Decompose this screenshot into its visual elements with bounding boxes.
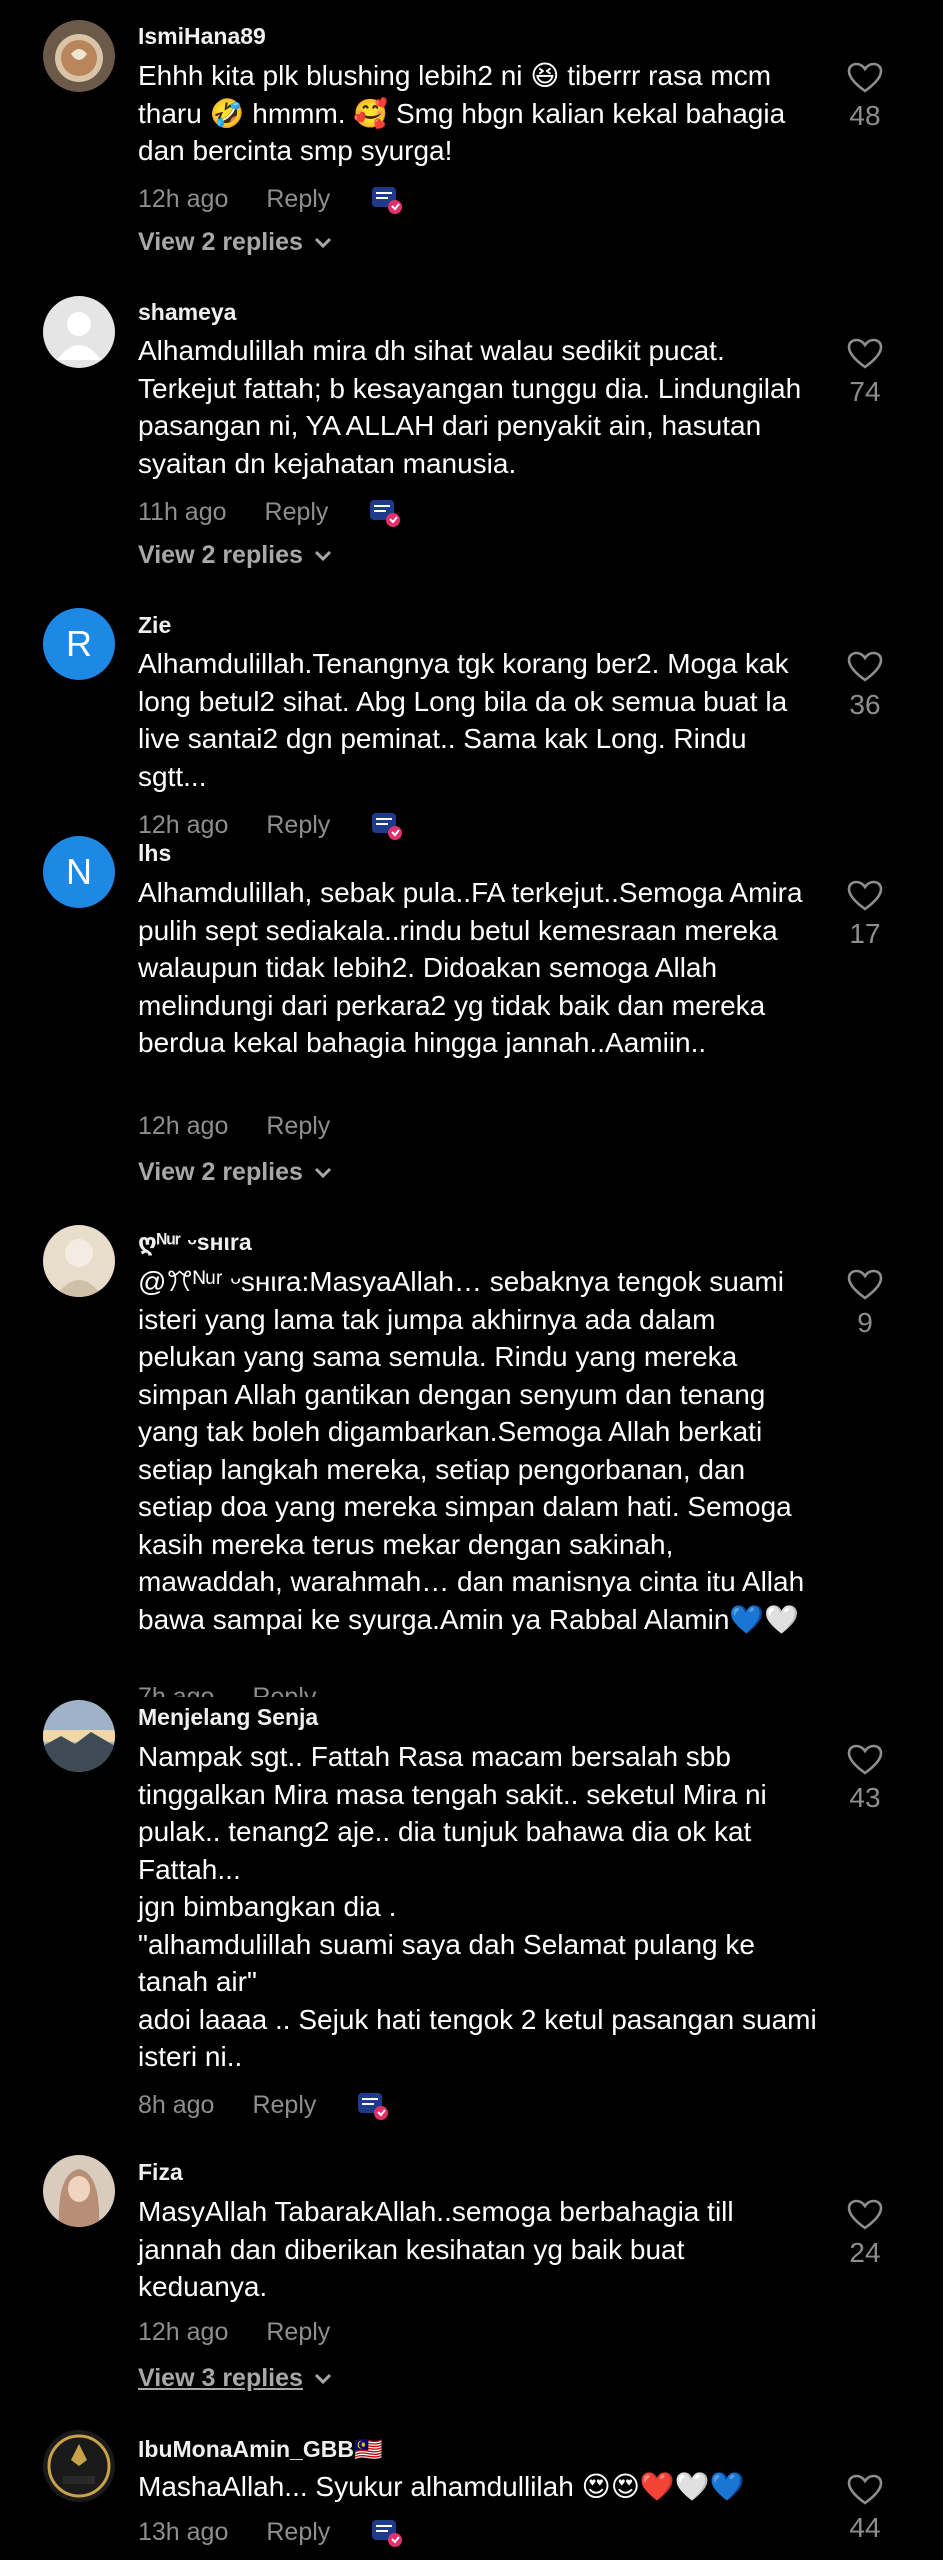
avatar-photo-image <box>43 1225 115 1297</box>
comment-text: MashaAllah... Syukur alhamdullilah 😍😍❤️🤍… <box>138 2471 745 2502</box>
default-avatar-icon <box>43 296 115 368</box>
like-count: 43 <box>849 1782 881 1813</box>
avatar[interactable] <box>43 296 115 368</box>
avatar-letter: N <box>66 851 92 892</box>
heart-outline-icon <box>847 2199 883 2230</box>
reply-button[interactable]: Reply <box>266 2518 330 2547</box>
avatar[interactable]: N <box>43 836 115 908</box>
avatar[interactable]: R <box>43 608 115 680</box>
chevron-down-icon <box>314 550 331 561</box>
comment-text: @ꔫᴺᵘʳ ᵕsнιra:MasyaAllah… sebaknya tengok… <box>138 1266 805 1635</box>
heart-outline-icon <box>847 651 883 682</box>
avatar[interactable] <box>43 1225 115 1297</box>
like-button[interactable]: 36 <box>830 651 900 721</box>
view-replies-button[interactable]: View 3 replies <box>138 2364 333 2393</box>
heart-outline-icon <box>847 1269 883 1300</box>
username[interactable]: IbuMonaAmin_GBB🇲🇾 <box>138 2436 383 2463</box>
comment-meta: 12h ago Reply <box>138 2318 370 2347</box>
comment-meta: 13h ago Reply <box>138 2515 404 2549</box>
like-count: 44 <box>849 2512 881 2543</box>
reply-button[interactable]: Reply <box>252 1683 316 1697</box>
like-count: 48 <box>849 100 881 131</box>
avatar-hijab-image <box>43 2155 115 2227</box>
username[interactable]: lhs <box>138 840 171 867</box>
timestamp: 8h ago <box>138 2090 215 2119</box>
username[interactable]: Menjelang Senja <box>138 1704 318 1731</box>
username[interactable]: Fiza <box>138 2159 183 2186</box>
like-button[interactable]: 48 <box>830 62 900 132</box>
heart-outline-icon <box>847 880 883 911</box>
like-button[interactable]: 43 <box>830 1744 900 1814</box>
comment-meta: 12h ago Reply <box>138 1112 370 1141</box>
comment-text: Alhamdulillah.Tenangnya tgk korang ber2.… <box>138 648 789 792</box>
timestamp: 11h ago <box>138 497 227 526</box>
heart-outline-icon <box>847 338 883 369</box>
username[interactable]: Zie <box>138 612 171 639</box>
comment-meta: 12h ago Reply <box>138 182 404 216</box>
avatar[interactable] <box>43 2155 115 2227</box>
view-replies-button[interactable]: View 2 replies <box>138 1158 333 1187</box>
like-count: 74 <box>849 376 881 407</box>
avatar[interactable] <box>43 2430 115 2502</box>
comment-text: MasyAllah TabarakAllah..semoga berbahagi… <box>138 2196 734 2302</box>
timestamp: 12h ago <box>138 184 229 213</box>
comment-text: Ehhh kita plk blushing lebih2 ni 😆 tiber… <box>138 60 786 166</box>
heart-outline-icon <box>847 62 883 93</box>
creator-badge-icon <box>356 2088 390 2122</box>
view-replies-button[interactable]: View 2 replies <box>138 541 333 570</box>
comment-meta: 8h ago Reply <box>138 2088 390 2122</box>
heart-outline-icon <box>847 1744 883 1775</box>
chevron-down-icon <box>314 2373 331 2384</box>
view-replies-button[interactable]: View 2 replies <box>138 228 333 257</box>
timestamp: 12h ago <box>138 1112 229 1140</box>
comment-meta: 7h ago Reply <box>138 1683 356 1697</box>
reply-button[interactable]: Reply <box>266 1112 330 1141</box>
comment-text: Alhamdulillah, sebak pula..FA terkejut..… <box>138 877 803 1058</box>
creator-badge-icon <box>370 2515 404 2549</box>
reply-button[interactable]: Reply <box>265 498 329 527</box>
timestamp: 7h ago <box>138 1683 215 1697</box>
creator-badge-icon <box>370 182 404 216</box>
avatar-letter: R <box>66 623 92 664</box>
timestamp: 12h ago <box>138 2318 229 2346</box>
username[interactable]: shameya <box>138 299 236 326</box>
like-button[interactable]: 74 <box>830 338 900 408</box>
username[interactable]: IsmiHana89 <box>138 23 266 50</box>
comment-text: Alhamdulillah mira dh sihat walau sediki… <box>138 335 802 479</box>
avatar-landscape-image <box>43 1700 115 1772</box>
chevron-down-icon <box>314 237 331 248</box>
reply-button[interactable]: Reply <box>266 811 330 840</box>
reply-button[interactable]: Reply <box>266 185 330 214</box>
avatar-coffee-image <box>43 20 115 92</box>
reply-button[interactable]: Reply <box>252 2091 316 2120</box>
avatar[interactable] <box>43 1700 115 1772</box>
like-button[interactable]: 9 <box>830 1269 900 1339</box>
comment-text: Nampak sgt.. Fattah Rasa macam bersalah … <box>138 1741 817 2072</box>
chevron-down-icon <box>314 1167 331 1178</box>
timestamp: 12h ago <box>138 810 229 839</box>
reply-button[interactable]: Reply <box>266 2318 330 2347</box>
creator-badge-icon <box>370 808 404 842</box>
creator-badge-icon <box>368 495 402 529</box>
username[interactable]: ღᴺᵘʳ ᵕsнιra <box>138 1229 252 1256</box>
like-button[interactable]: 17 <box>830 880 900 950</box>
comment-meta: 11h ago Reply <box>138 495 402 529</box>
like-count: 36 <box>849 689 881 720</box>
like-button[interactable]: 24 <box>830 2199 900 2269</box>
avatar-logo-image <box>43 2430 115 2502</box>
heart-outline-icon <box>847 2474 883 2505</box>
like-button[interactable]: 44 <box>830 2474 900 2544</box>
timestamp: 13h ago <box>138 2517 229 2546</box>
like-count: 9 <box>857 1307 873 1338</box>
like-count: 17 <box>849 918 881 949</box>
like-count: 24 <box>849 2237 881 2268</box>
avatar[interactable] <box>43 20 115 92</box>
comment-meta: 12h ago Reply <box>138 808 404 842</box>
